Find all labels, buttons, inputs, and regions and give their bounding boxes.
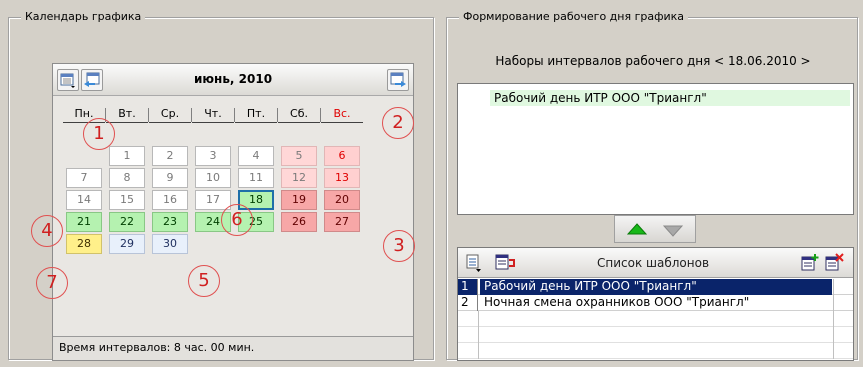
calendar-day[interactable]: 30: [152, 234, 188, 254]
weekday-label: Сб.: [278, 107, 320, 123]
gray-triangle-down-icon: [663, 225, 683, 237]
calendar-day[interactable]: 28: [66, 234, 102, 254]
intervals-caption: Наборы интервалов рабочего дня < 18.06.2…: [495, 54, 811, 68]
template-empty-row: [458, 343, 853, 359]
template-row[interactable]: 2 Ночная смена охранников ООО "Триангл": [458, 295, 853, 311]
calendar-day[interactable]: 19: [281, 190, 317, 210]
template-row-number: 1: [458, 279, 478, 295]
move-arrows-bar: [614, 215, 696, 243]
day-forming-group-title: Формирование рабочего дня графика: [459, 10, 689, 24]
interval-sets-list[interactable]: Рабочий день ИТР ООО "Триангл": [457, 83, 854, 215]
day-forming-group: Формирование рабочего дня графика Наборы…: [446, 10, 858, 361]
calendar-day[interactable]: 29: [109, 234, 145, 254]
annotation-marker: 1: [83, 118, 115, 150]
calendar-day[interactable]: 2: [152, 146, 188, 166]
calendar-next-icon: [390, 72, 406, 87]
calendar-day[interactable]: 22: [109, 212, 145, 232]
calendar-day[interactable]: 27: [324, 212, 360, 232]
calendar-day[interactable]: 1: [109, 146, 145, 166]
calendar-prev-icon: [84, 72, 100, 87]
calendar-day[interactable]: 5: [281, 146, 317, 166]
annotation-marker: 7: [36, 267, 68, 299]
calendar-day[interactable]: 11: [238, 168, 274, 188]
template-apply-button[interactable]: [494, 252, 516, 274]
calendar-group-title: Календарь графика: [21, 10, 146, 24]
weekday-label: Ср.: [149, 107, 191, 123]
templates-panel: Список шаблонов 1 Рабочий день ИТР ООО "…: [457, 247, 854, 361]
month-title: июнь, 2010: [193, 72, 273, 86]
calendar-day[interactable]: 12: [281, 168, 317, 188]
weekday-label: Пт.: [235, 107, 277, 123]
calendar-day[interactable]: 26: [281, 212, 317, 232]
weekday-label: Вт.: [106, 107, 148, 123]
annotation-marker: 5: [188, 265, 220, 297]
template-apply-icon: [495, 254, 515, 270]
annotation-marker: 6: [221, 204, 253, 236]
template-row[interactable]: 1 Рабочий день ИТР ООО "Триангл": [458, 279, 853, 295]
template-empty-row: [458, 311, 853, 327]
calendar-dropdown-icon: [60, 73, 75, 88]
template-delete-icon: [825, 253, 844, 271]
calendar-day[interactable]: 13: [324, 168, 360, 188]
calendar-day[interactable]: 23: [152, 212, 188, 232]
prev-month-button[interactable]: [81, 69, 103, 91]
move-up-button[interactable]: [627, 223, 647, 235]
templates-toolbar: Список шаблонов: [458, 248, 853, 278]
calendar-day[interactable]: 21: [66, 212, 102, 232]
list-dropdown-icon: [466, 254, 481, 272]
calendar-day[interactable]: 7: [66, 168, 102, 188]
templates-title: Список шаблонов: [596, 256, 710, 270]
annotation-marker: 4: [31, 215, 63, 247]
calendar-day[interactable]: 9: [152, 168, 188, 188]
weekday-label: Вс.: [321, 107, 363, 123]
green-triangle-up-icon: [627, 223, 647, 235]
calendar-day[interactable]: 16: [152, 190, 188, 210]
template-row-name: Ночная смена охранников ООО "Триангл": [484, 295, 750, 309]
annotation-marker: 3: [383, 230, 415, 262]
template-row-name: Рабочий день ИТР ООО "Триангл": [480, 279, 832, 295]
calendar-header: июнь, 2010: [53, 64, 413, 96]
calendar-day[interactable]: 8: [109, 168, 145, 188]
calendar-day[interactable]: 20: [324, 190, 360, 210]
interval-time-status: Время интервалов: 8 час. 00 мин.: [53, 336, 413, 360]
calendar-group: Календарь графика июнь, 2010 Пн. Вт. Ср.…: [8, 10, 434, 361]
calendar-day[interactable]: 15: [109, 190, 145, 210]
calendar-day[interactable]: 14: [66, 190, 102, 210]
calendar-day[interactable]: 6: [324, 146, 360, 166]
calendar-day[interactable]: 3: [195, 146, 231, 166]
move-down-button[interactable]: [663, 225, 683, 237]
template-delete-button[interactable]: [824, 252, 846, 274]
next-month-button[interactable]: [387, 69, 409, 91]
template-menu-button[interactable]: [464, 252, 486, 274]
calendar-day[interactable]: 4: [238, 146, 274, 166]
annotation-marker: 2: [382, 107, 414, 139]
interval-set-item[interactable]: Рабочий день ИТР ООО "Триангл": [490, 90, 850, 106]
template-add-icon: [801, 254, 819, 271]
template-empty-row: [458, 327, 853, 343]
template-add-button[interactable]: [800, 252, 822, 274]
calendar-dropdown-button[interactable]: [57, 69, 79, 91]
calendar-day[interactable]: 10: [195, 168, 231, 188]
weekday-label: Чт.: [192, 107, 234, 123]
template-row-number: 2: [458, 295, 478, 311]
